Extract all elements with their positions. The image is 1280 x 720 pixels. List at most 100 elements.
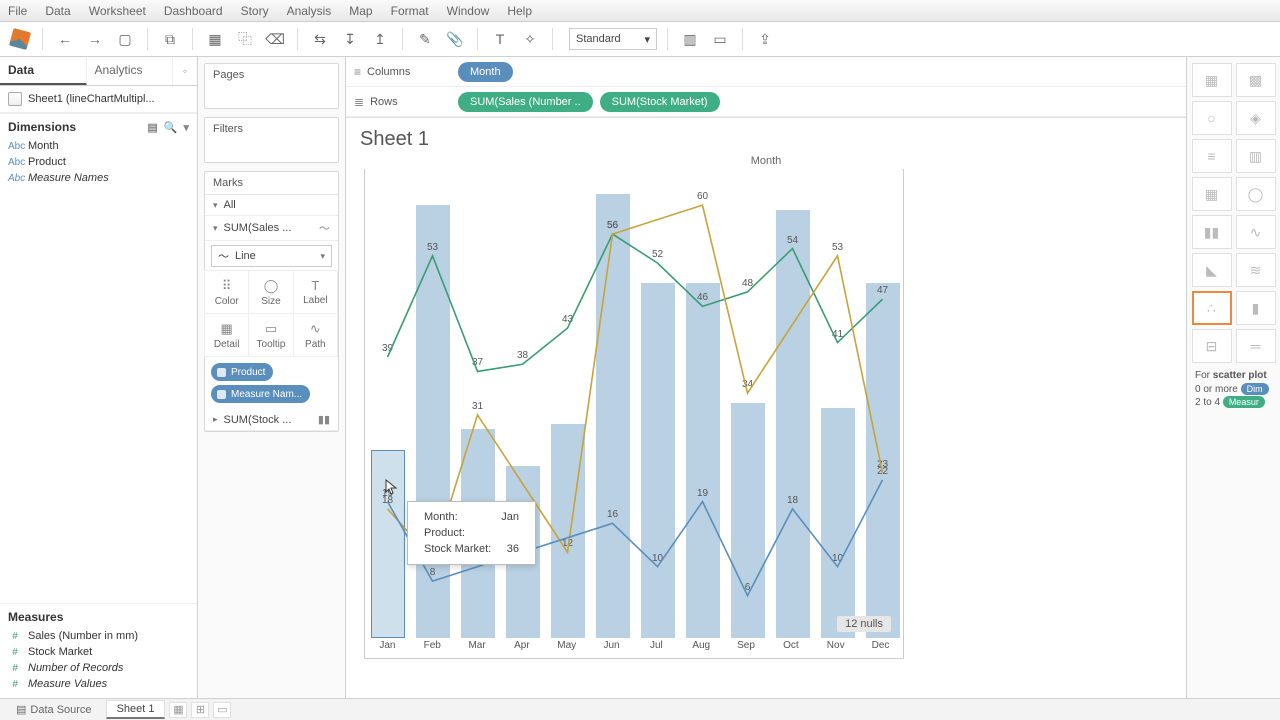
- measures-list: #Sales (Number in mm) #Stock Market #Num…: [0, 628, 197, 698]
- mark-color[interactable]: ⠿Color: [204, 270, 249, 314]
- marks-sum-sales-row[interactable]: ▾SUM(Sales ...〜: [205, 216, 338, 241]
- new-story-icon[interactable]: ▭: [213, 702, 231, 718]
- menu-dashboard[interactable]: Dashboard: [164, 4, 223, 18]
- pill-sum-sales[interactable]: SUM(Sales (Number ..: [458, 92, 593, 112]
- menu-chevron-icon[interactable]: ▾: [183, 121, 189, 134]
- datasource-row[interactable]: Sheet1 (lineChartMultipl...: [0, 86, 197, 113]
- menu-help[interactable]: Help: [507, 4, 532, 18]
- field-measure-values[interactable]: #Measure Values: [0, 676, 197, 692]
- viz-text-table[interactable]: ▦: [1192, 63, 1232, 97]
- field-stock-market[interactable]: #Stock Market: [0, 644, 197, 660]
- show-cards-button[interactable]: ▥: [678, 27, 702, 51]
- pages-shelf[interactable]: Pages: [204, 63, 339, 109]
- new-datasource-button[interactable]: ⧉: [158, 27, 182, 51]
- menu-story[interactable]: Story: [241, 4, 269, 18]
- field-number-records[interactable]: #Number of Records: [0, 660, 197, 676]
- dimensions-header: Dimensions ▤ 🔍 ▾: [0, 113, 197, 138]
- sort-desc-button[interactable]: ↥: [368, 27, 392, 51]
- group-button[interactable]: 📎: [443, 27, 467, 51]
- menu-format[interactable]: Format: [391, 4, 429, 18]
- pin-button[interactable]: ✧: [518, 27, 542, 51]
- marks-all-row[interactable]: ▾All: [205, 195, 338, 216]
- new-worksheet-icon[interactable]: ▦: [169, 702, 187, 718]
- field-month[interactable]: AbcMonth: [0, 138, 197, 154]
- chevron-right-icon: ▸: [213, 414, 218, 425]
- line-sales-a[interactable]: [388, 234, 883, 371]
- chart-plot[interactable]: 3953373843565246485441471811311256603453…: [364, 169, 904, 659]
- pill-sum-stock[interactable]: SUM(Stock Market): [600, 92, 720, 112]
- share-button[interactable]: ⇪: [753, 27, 777, 51]
- sidebar-tab-collapse-icon[interactable]: ◦: [173, 57, 197, 85]
- columns-shelf[interactable]: ≡Columns Month: [346, 57, 1186, 87]
- mark-tooltip[interactable]: ▭Tooltip: [248, 313, 293, 357]
- view-icon[interactable]: ▤: [147, 121, 157, 134]
- viz-side-bar[interactable]: ▮▮: [1192, 215, 1232, 249]
- chevron-down-icon: ▾: [320, 251, 325, 262]
- mark-type-dropdown[interactable]: 〜 Line ▾: [211, 245, 332, 267]
- field-measure-names[interactable]: AbcMeasure Names: [0, 170, 197, 186]
- menu-analysis[interactable]: Analysis: [287, 4, 332, 18]
- viz-box[interactable]: ⊟: [1192, 329, 1232, 363]
- save-button[interactable]: ▢: [113, 27, 137, 51]
- sheet-tabs-bar: ▤Data Source Sheet 1 ▦ ⊞ ▭: [0, 698, 1280, 720]
- color-swatch-icon: [217, 368, 226, 377]
- viz-map-symbol[interactable]: ○: [1192, 101, 1232, 135]
- viz-heatmap[interactable]: ▩: [1236, 63, 1276, 97]
- sheet-title[interactable]: Sheet 1: [346, 118, 1186, 155]
- viz-treemap[interactable]: ▦: [1192, 177, 1232, 211]
- marks-sum-stock-row[interactable]: ▸SUM(Stock ...▮▮: [205, 409, 338, 431]
- tab-data[interactable]: Data: [0, 57, 87, 85]
- fit-dropdown-label: Standard: [576, 33, 621, 45]
- presentation-button[interactable]: ▭: [708, 27, 732, 51]
- field-sales[interactable]: #Sales (Number in mm): [0, 628, 197, 644]
- menu-worksheet[interactable]: Worksheet: [89, 4, 146, 18]
- sort-asc-button[interactable]: ↧: [338, 27, 362, 51]
- filters-shelf[interactable]: Filters: [204, 117, 339, 163]
- fit-dropdown[interactable]: Standard ▾: [569, 28, 657, 50]
- highlight-button[interactable]: ✎: [413, 27, 437, 51]
- viz-line[interactable]: ∿: [1236, 215, 1276, 249]
- swap-button[interactable]: ⇆: [308, 27, 332, 51]
- clear-button[interactable]: ⌫: [263, 27, 287, 51]
- rows-shelf[interactable]: ≣Rows SUM(Sales (Number .. SUM(Stock Mar…: [346, 87, 1186, 117]
- tab-data-source[interactable]: ▤Data Source: [6, 701, 102, 718]
- viz-map-fill[interactable]: ◈: [1236, 101, 1276, 135]
- nulls-indicator[interactable]: 12 nulls: [837, 616, 891, 632]
- back-button[interactable]: ←: [53, 27, 77, 51]
- pill-month[interactable]: Month: [458, 62, 513, 82]
- new-dashboard-icon[interactable]: ⊞: [191, 702, 209, 718]
- x-axis-title: Month: [360, 155, 1172, 167]
- viz-area[interactable]: ◣: [1192, 253, 1232, 287]
- menu-bar: File Data Worksheet Dashboard Story Anal…: [0, 0, 1280, 22]
- menu-data[interactable]: Data: [45, 4, 70, 18]
- field-product[interactable]: AbcProduct: [0, 154, 197, 170]
- viz-scatter[interactable]: ∴: [1192, 291, 1232, 325]
- tableau-logo-icon[interactable]: [8, 27, 32, 51]
- viz-histogram[interactable]: ▮: [1236, 291, 1276, 325]
- search-icon[interactable]: 🔍: [164, 121, 178, 134]
- marks-grid: ⠿Color ◯Size TLabel ▦Detail ▭Tooltip ∿Pa…: [205, 271, 338, 357]
- viz-gantt[interactable]: ═: [1236, 329, 1276, 363]
- x-tick-may: May: [544, 640, 589, 658]
- text-button[interactable]: T: [488, 27, 512, 51]
- menu-window[interactable]: Window: [447, 4, 490, 18]
- mark-detail[interactable]: ▦Detail: [204, 313, 249, 357]
- x-tick-jun: Jun: [589, 640, 634, 658]
- viz-hbar[interactable]: ≡: [1192, 139, 1232, 173]
- viz-stacked-bar[interactable]: ▥: [1236, 139, 1276, 173]
- menu-file[interactable]: File: [8, 4, 27, 18]
- forward-button[interactable]: →: [83, 27, 107, 51]
- pill-product[interactable]: Product: [211, 363, 273, 381]
- menu-map[interactable]: Map: [349, 4, 372, 18]
- mark-label[interactable]: TLabel: [293, 270, 338, 314]
- tab-analytics[interactable]: Analytics: [87, 57, 174, 85]
- viz-dual-line[interactable]: ≋: [1236, 253, 1276, 287]
- pill-measure-names[interactable]: Measure Nam...: [211, 385, 310, 403]
- x-tick-sep: Sep: [724, 640, 769, 658]
- tab-sheet1[interactable]: Sheet 1: [106, 700, 166, 719]
- new-worksheet-button[interactable]: ▦: [203, 27, 227, 51]
- viz-circle[interactable]: ◯: [1236, 177, 1276, 211]
- mark-path[interactable]: ∿Path: [293, 313, 338, 357]
- mark-size[interactable]: ◯Size: [248, 270, 293, 314]
- duplicate-button[interactable]: ⿻: [233, 27, 257, 51]
